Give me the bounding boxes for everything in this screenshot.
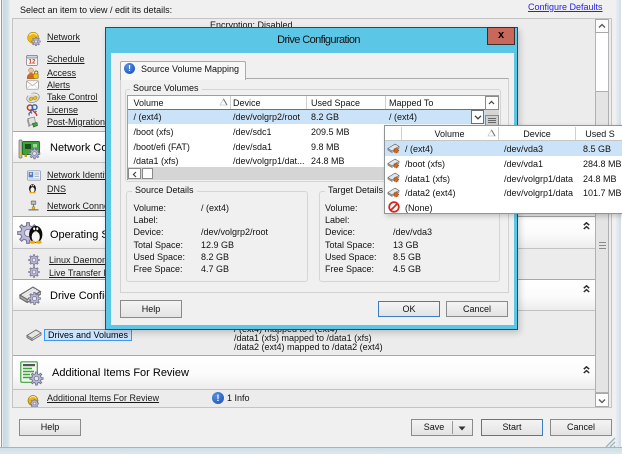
svg-text:12: 12 xyxy=(29,59,36,66)
